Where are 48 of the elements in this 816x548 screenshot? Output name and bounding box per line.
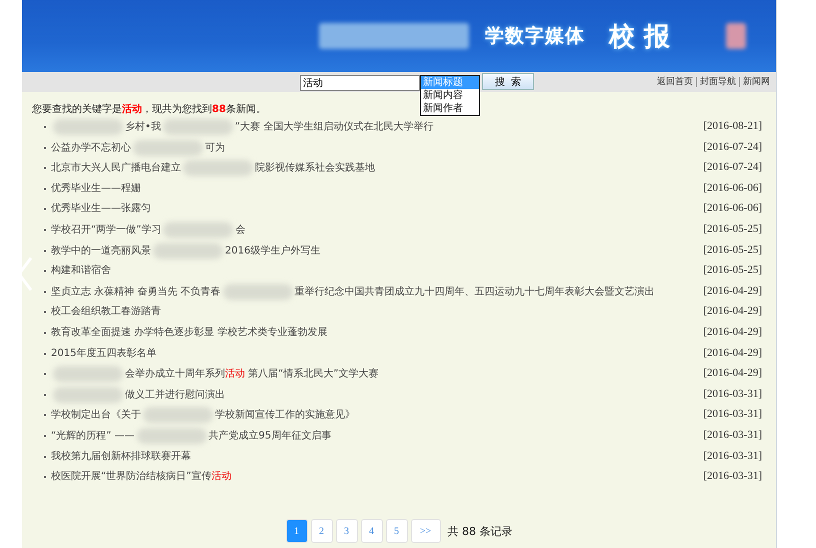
news-date: [2016-04-29] (703, 284, 762, 297)
news-title-link[interactable]: 北京市大兴人民广播电台建立 院影视传媒系社会实践基地 (51, 158, 696, 177)
news-date: [2016-06-06] (703, 201, 762, 214)
news-title-link[interactable]: “光辉的历程” —— 共产党成立95周年征文启事 (51, 426, 696, 445)
news-title-link[interactable]: 我校第九届创新杯排球联赛开幕 (51, 446, 696, 464)
news-date: [2016-07-24] (703, 140, 762, 153)
news-date: [2016-04-29] (703, 366, 762, 380)
news-title-link[interactable]: 学校召开“两学一做”学习 会 (51, 220, 696, 239)
news-title-link[interactable]: 坚贞立志 永葆精神 奋勇当先 不负青春 重举行纪念中国共青团成立九十四周年、五四运动九十七周年表彰大会暨文艺演出 (51, 282, 696, 300)
search-summary: 您要查找的关键字是活动，现共为您找到88条新闻。 (32, 104, 266, 115)
news-title-link[interactable]: 乡村•我 ”大赛 全国大学生组启动仪式在北民大学举行 (51, 117, 696, 136)
news-title-link[interactable]: 公益办学不忘初心 可为 (51, 138, 696, 156)
news-title-link[interactable]: 做义工并进行慰问演出 (51, 384, 696, 404)
banner-title: 学数字媒体 (484, 24, 585, 49)
news-title-link[interactable]: 校工会组织教工春游踏青 (51, 302, 696, 320)
search-button[interactable]: 搜 索 (482, 73, 534, 90)
news-date: [2016-07-24] (703, 160, 762, 174)
news-title-link[interactable]: 2015年度五四表彰名单 (51, 344, 696, 362)
search-field[interactable]: 活动 (300, 75, 420, 91)
next-page-button[interactable]: >> (410, 519, 440, 543)
news-date: [2016-04-29] (703, 324, 762, 338)
news-date: [2016-04-29] (703, 346, 762, 359)
nav-link[interactable]: 封面导航 (696, 77, 736, 87)
news-date: [2016-03-31] (703, 448, 762, 462)
news-date: [2016-08-21] (703, 119, 762, 132)
record-count: 共 88 条记录 (448, 524, 512, 538)
nav-link[interactable]: 返回首页 (654, 77, 693, 87)
news-title-link[interactable]: 学校制定出台《关于 学校新闻宣传工作的实施意见》 (51, 405, 696, 424)
news-title-link[interactable]: 构建和谐宿舍 (51, 261, 696, 280)
news-title-link[interactable]: 会举办成立十周年系列活动 第八届“情系北民大”文学大赛 (51, 364, 696, 383)
news-title-link[interactable]: 校医院开展“世界防治结核病日”宣传活动 (51, 467, 696, 486)
news-date: [2016-05-25] (703, 222, 762, 235)
news-date: [2016-03-31] (703, 386, 762, 400)
banner-title-main: 校 报 (608, 20, 670, 54)
news-title-link[interactable]: 教育改革全面提速 办学特色逐步彰显 学校艺术类专业蓬勃发展 (51, 322, 696, 341)
news-date: [2016-03-31] (703, 407, 762, 420)
news-date: [2016-03-31] (703, 428, 762, 441)
news-date: [2016-04-29] (703, 304, 762, 318)
news-title-link[interactable]: 优秀毕业生——张露匀 (51, 199, 696, 218)
field-dropdown[interactable]: 新闻标题 新闻内容 新闻作者 (420, 75, 480, 116)
news-date: [2016-03-31] (703, 469, 762, 482)
news-date: [2016-05-25] (703, 242, 762, 256)
news-title-link[interactable]: 教学中的一道亮丽风景 2016级学生户外写生 (51, 240, 696, 260)
nav-link[interactable]: 新闻网 (739, 77, 770, 87)
blurred-emblem (726, 23, 746, 49)
news-date: [2016-05-25] (703, 263, 762, 276)
news-date: [2016-06-06] (703, 180, 762, 194)
news-title-link[interactable]: 优秀毕业生——程姗 (51, 178, 696, 197)
